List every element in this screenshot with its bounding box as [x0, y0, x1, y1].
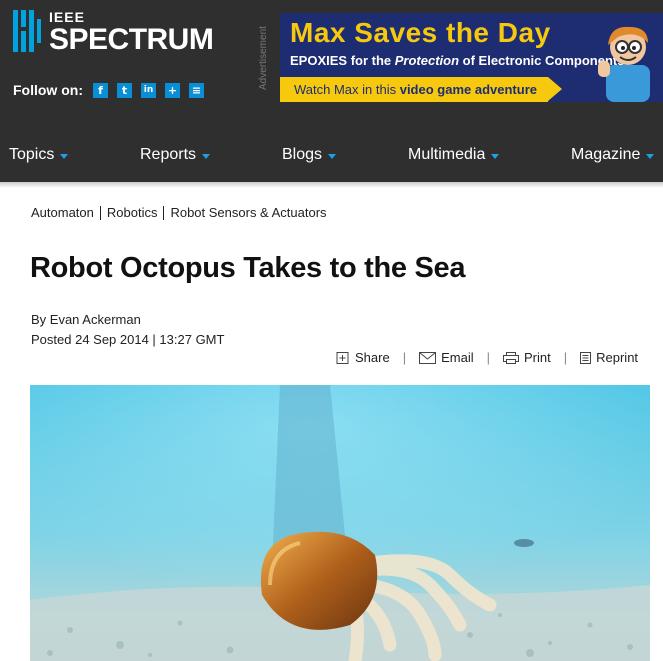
share-button[interactable]: Share	[336, 350, 390, 365]
linkedin-icon[interactable]: in	[140, 82, 156, 98]
nav-blogs[interactable]: Blogs	[282, 146, 337, 164]
google-plus-icon[interactable]: +	[164, 82, 180, 98]
printer-icon	[503, 351, 519, 364]
logo-ieee-text: IEEE	[49, 9, 85, 25]
nav-reports[interactable]: Reports	[140, 146, 211, 164]
article-byline[interactable]: By Evan Ackerman	[31, 312, 141, 327]
follow-on-bar: Follow on: f t in + ≡	[13, 82, 213, 98]
ad-subtitle-part2: Protection	[394, 53, 460, 68]
twitter-icon[interactable]: t	[116, 82, 132, 98]
nav-shadow	[0, 182, 663, 188]
ad-cta-part2: video game adventure	[399, 82, 537, 97]
advertisement-banner[interactable]: Max Saves the Day EPOXIES for the Protec…	[280, 13, 663, 102]
chevron-down-icon	[491, 153, 500, 159]
spectrum-logo-icon	[13, 10, 41, 52]
email-button[interactable]: Email	[419, 350, 474, 365]
chevron-down-icon	[60, 153, 69, 159]
site-header: IEEE SPECTRUM Follow on: f t in + ≡ Adve…	[0, 0, 663, 182]
nav-multimedia-label: Multimedia	[408, 146, 486, 163]
nav-topics-label: Topics	[9, 146, 55, 163]
reprint-button[interactable]: Reprint	[580, 350, 638, 365]
underwater-robot-octopus-photo	[30, 385, 650, 661]
main-nav: Topics Reports Blogs Multimedia Magazine	[0, 138, 663, 172]
breadcrumb-robot-sensors[interactable]: Robot Sensors & Actuators	[170, 205, 326, 220]
chevron-down-icon	[202, 153, 211, 159]
chevron-down-icon	[328, 153, 337, 159]
print-label: Print	[524, 350, 551, 365]
ad-title-part1: Max	[290, 17, 355, 48]
breadcrumb-robotics[interactable]: Robotics	[107, 205, 158, 220]
ad-cta[interactable]: Watch Max in this video game adventure	[280, 77, 562, 102]
document-icon	[580, 351, 592, 364]
cartoon-character-icon	[598, 26, 650, 102]
envelope-icon	[419, 351, 437, 364]
chevron-down-icon	[646, 153, 655, 159]
advertisement-label: Advertisement	[258, 26, 269, 90]
nav-multimedia[interactable]: Multimedia	[408, 146, 500, 164]
rss-icon[interactable]: ≡	[188, 82, 204, 98]
ad-subtitle: EPOXIES for the Protection of Electronic…	[290, 53, 624, 68]
print-button[interactable]: Print	[503, 350, 551, 365]
logo-spectrum-text: SPECTRUM	[49, 23, 214, 56]
follow-label: Follow on:	[13, 82, 83, 98]
ad-title-part2: Saves the Day	[354, 17, 551, 48]
nav-blogs-label: Blogs	[282, 146, 323, 163]
nav-magazine-label: Magazine	[571, 146, 641, 163]
reprint-label: Reprint	[596, 350, 639, 365]
breadcrumb-divider	[99, 205, 101, 220]
facebook-icon[interactable]: f	[92, 82, 108, 98]
breadcrumb: Automaton Robotics Robot Sensors & Actua…	[31, 205, 327, 220]
ad-title: Max Saves the Day	[290, 17, 551, 49]
email-label: Email	[441, 350, 474, 365]
share-divider: |	[402, 350, 407, 365]
plus-box-icon	[336, 351, 349, 364]
ad-subtitle-part1: EPOXIES for the	[290, 53, 395, 68]
article-title: Robot Octopus Takes to the Sea	[30, 252, 466, 284]
share-label: Share	[355, 350, 390, 365]
breadcrumb-divider	[163, 205, 165, 220]
breadcrumb-automaton[interactable]: Automaton	[31, 205, 94, 220]
article-posted-date: Posted 24 Sep 2014 | 13:27 GMT	[31, 332, 225, 347]
nav-reports-label: Reports	[140, 146, 197, 163]
share-divider: |	[563, 350, 568, 365]
share-divider: |	[486, 350, 490, 365]
share-toolbar: Share | Email | Print | Reprint	[336, 350, 638, 365]
article-hero-image	[30, 385, 650, 661]
nav-topics[interactable]: Topics	[9, 146, 69, 164]
ieee-spectrum-logo[interactable]: IEEE SPECTRUM	[13, 9, 214, 56]
ad-cta-part1: Watch Max in this	[294, 82, 400, 97]
nav-magazine[interactable]: Magazine	[571, 146, 655, 164]
